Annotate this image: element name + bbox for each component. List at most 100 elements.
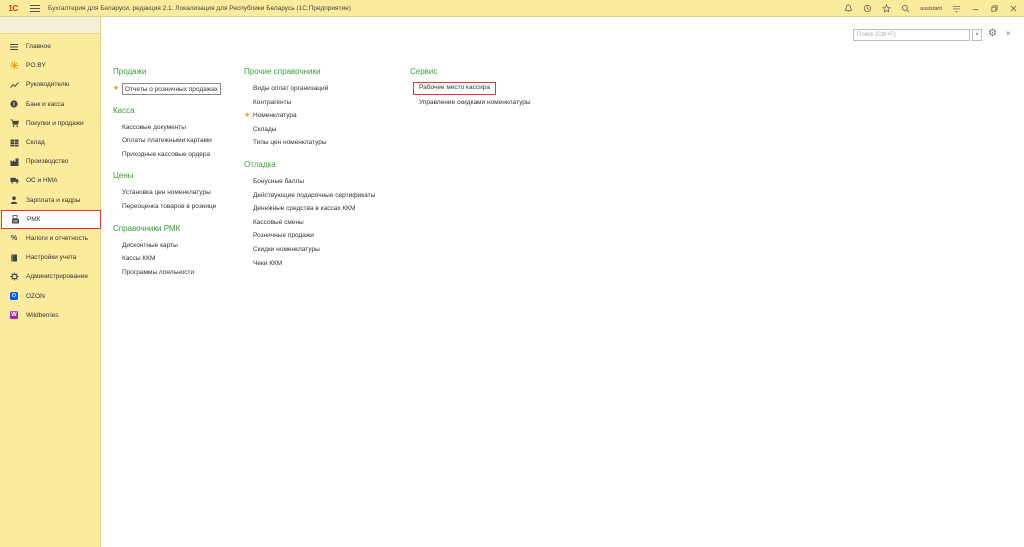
sidebar-item-label: PO.BY [26,62,46,70]
search-clear-button[interactable]: × [972,29,982,41]
trend-icon [9,80,19,90]
sidebar-item-label: РМК [27,215,41,223]
link-cashier-workplace[interactable]: Рабочее место кассира [410,82,570,96]
sidebar-item-bank[interactable]: Банк и касса [0,95,101,114]
cash-register-icon [10,214,20,224]
sidebar-item-label: Банк и касса [26,100,65,108]
link-counterparties[interactable]: Контрагенты [244,96,404,110]
hamburger-menu-icon[interactable] [30,4,40,12]
link-retail-sales-reports[interactable]: ★ Отчеты о розничных продажах [113,82,238,96]
warehouse-icon [9,138,19,148]
sidebar-item-warehouse[interactable]: Склад [0,133,101,152]
sidebar-item-production[interactable]: Производство [0,152,101,171]
link-kkm-registers[interactable]: Кассы ККМ [113,252,238,266]
group-title-rmk-refs: Справочники РМК [113,223,181,233]
restore-icon[interactable] [990,4,999,13]
group-title-sales: Продажи [113,67,147,76]
sidebar-item-label: Администрирование [26,273,88,281]
percent-icon: % [10,234,18,242]
sidebar-item-salary-hr[interactable]: Зарплата и кадры [0,191,101,210]
group-title-other-refs: Прочие справочники [244,67,321,76]
link-item-discounts[interactable]: Скидки номенклатуры [244,243,404,257]
link-label[interactable]: Рабочее место кассира [413,82,496,95]
history-icon[interactable] [863,4,872,13]
sidebar-item-poby[interactable]: PO.BY [0,56,101,75]
book-icon [9,253,19,263]
sidebar-item-purchases-sales[interactable]: Покупки и продажи [0,114,101,133]
app-logo[interactable]: 1С [4,0,22,17]
link-label[interactable]: Отчеты о розничных продажах [122,83,221,95]
truck-icon [9,176,19,186]
sections-sidebar: Главное PO.BY Руководителю Банк и касса … [0,17,101,547]
sidebar-item-accounting-settings[interactable]: Настройки учета [0,248,101,267]
link-nomenclature[interactable]: ★ Номенклатура [244,109,404,123]
sidebar-item-fixed-assets[interactable]: ОС и НМА [0,171,101,190]
link-cash-shifts[interactable]: Кассовые смены [244,216,404,230]
person-icon [9,195,19,205]
column-1: Продажи ★ Отчеты о розничных продажах Ка… [113,67,238,279]
column-3: Сервис Рабочее место кассира Управление … [410,67,570,109]
link-price-types[interactable]: Типы цен номенклатуры [244,136,404,150]
sidebar-item-label: Зарплата и кадры [26,196,81,204]
link-label[interactable]: Номенклатура [244,109,297,123]
link-bonus-points[interactable]: Бонусные баллы [244,175,404,189]
group-title-service: Сервис [410,67,438,76]
sidebar-item-label: OZON [26,292,45,300]
link-gift-certificates[interactable]: Действующие подарочные сертификаты [244,189,404,203]
settings-menu-icon[interactable] [952,4,961,13]
sidebar-item-administration[interactable]: Администрирование [0,267,101,286]
coin-icon [9,99,19,109]
sidebar-item-label: Покупки и продажи [26,119,84,127]
cart-icon [9,118,19,128]
sidebar-item-label: Wildberries [26,311,59,319]
group-title-cash: Касса [113,105,135,115]
sidebar-item-main[interactable]: Главное [0,37,101,56]
sidebar-item-label: Главное [26,43,51,51]
sidebar-item-taxes-reporting[interactable]: % Налоги и отчетность [0,229,101,248]
gear-icon [9,272,19,282]
ozon-icon: O [9,291,19,301]
gear-icon[interactable]: ⚙ [988,28,997,39]
link-cash-receipt-orders[interactable]: Приходные кассовые ордера [113,148,238,162]
close-icon[interactable]: × [1006,29,1011,38]
sidebar-item-label: Производство [26,158,69,166]
link-discount-management[interactable]: Управление скидками номенклатуры [410,96,570,110]
search-icon[interactable] [901,4,910,13]
minimize-icon[interactable] [971,4,980,13]
link-set-item-prices[interactable]: Установка цен номенклатуры [113,186,238,200]
link-card-payments[interactable]: Оплаты платежными картами [113,134,238,148]
link-retail-sales[interactable]: Розничные продажи [244,229,404,243]
menu-lines-icon [9,42,19,52]
factory-icon [9,157,19,167]
sidebar-item-label: Настройки учета [26,254,77,262]
bell-icon[interactable] [844,4,853,13]
sidebar-item-label: Склад [26,139,45,147]
sidebar-item-label: ОС и НМА [26,177,58,185]
link-kkm-receipts[interactable]: Чеки ККМ [244,257,404,271]
close-window-icon[interactable] [1009,4,1018,13]
star-burst-icon [9,61,19,71]
sidebar-item-rmk[interactable]: РМК [1,209,101,229]
sidebar-item-ozon[interactable]: O OZON [0,286,101,305]
link-discount-cards[interactable]: Дисконтные карты [113,239,238,253]
favorites-star-icon[interactable] [882,4,892,13]
title-bar: 1С Бухгалтерия для Беларуси, редакция 2.… [0,0,1024,17]
sidebar-item-manager[interactable]: Руководителю [0,75,101,94]
search-input[interactable]: Поиск (Ctrl+F) [853,29,970,41]
group-title-debug: Отладка [244,159,276,169]
group-title-prices: Цены [113,171,134,181]
user-name[interactable]: assistant [920,6,942,12]
app-title: Бухгалтерия для Беларуси, редакция 2.1. … [48,4,351,12]
link-retail-revaluation[interactable]: Переоценка товаров в рознице [113,200,238,214]
sidebar-item-wildberries[interactable]: W Wildberries [0,306,101,325]
sidebar-header [0,17,100,34]
column-2: Прочие справочники Виды оплат организаци… [244,67,404,270]
link-warehouses[interactable]: Склады [244,123,404,137]
link-cash-documents[interactable]: Кассовые документы [113,121,238,135]
link-kkm-cash-funds[interactable]: Денежные средства в кассах ККМ [244,202,404,216]
link-payment-types[interactable]: Виды оплат организаций [244,82,404,96]
favorite-star-icon: ★ [113,85,120,92]
sidebar-item-label: Руководителю [26,81,70,89]
section-content: Поиск (Ctrl+F) × ⚙ × Продажи ★ Отчеты о … [101,17,1024,547]
link-loyalty-programs[interactable]: Программы лояльности [113,266,238,280]
